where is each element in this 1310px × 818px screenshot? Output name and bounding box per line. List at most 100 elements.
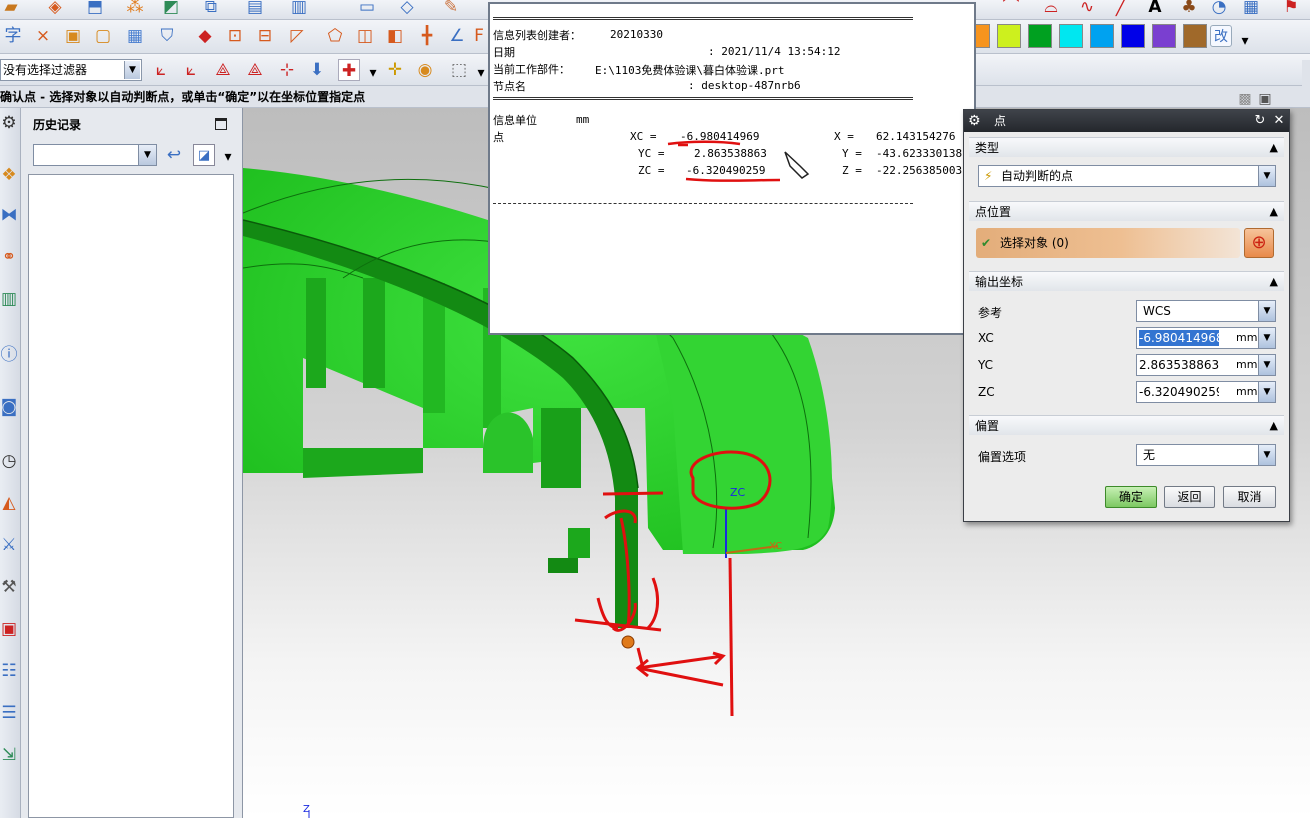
pattern-icon[interactable]: ◩	[160, 0, 182, 18]
machine-navigator-icon[interactable]: ☷	[0, 660, 20, 682]
reuse-library-icon[interactable]: ▥	[0, 288, 20, 310]
snap-end-icon[interactable]: ⟀	[180, 59, 202, 81]
shell-icon[interactable]: ◫	[354, 25, 376, 47]
color-swatch[interactable]	[997, 24, 1021, 48]
solid-icon[interactable]: ◆	[194, 25, 216, 47]
box-icon[interactable]: ▣	[62, 25, 84, 47]
block-icon[interactable]: ▢	[92, 25, 114, 47]
color-swatch[interactable]	[1090, 24, 1114, 48]
label-F[interactable]: F	[468, 25, 490, 47]
back-arrow-icon[interactable]: ↩	[163, 144, 185, 166]
window-icon[interactable]: ▣	[1254, 88, 1276, 110]
reset-icon[interactable]: ↻	[1252, 113, 1268, 129]
back-button[interactable]: 返回	[1164, 486, 1215, 508]
collapse-icon[interactable]: ▲	[1270, 272, 1278, 292]
grid-color-icon[interactable]: ▦	[124, 25, 146, 47]
select-object-row[interactable]: ✔ 选择对象 (0)	[976, 228, 1240, 258]
rectangle-select-icon[interactable]: ⬚	[448, 59, 470, 81]
chevron-down-icon[interactable]: ▼	[1258, 382, 1275, 402]
yc-input[interactable]: 2.863538863	[1139, 357, 1219, 373]
xc-input[interactable]: -6.980414968	[1139, 330, 1219, 346]
ok-button[interactable]: 确定	[1105, 486, 1157, 508]
chevron-down-icon[interactable]: ▼	[1258, 166, 1275, 186]
gear-icon[interactable]: ⚙	[968, 110, 981, 132]
chevron-down-icon[interactable]: ▼	[1258, 301, 1275, 321]
add-point-icon[interactable]: ✚	[338, 59, 360, 81]
layer-icon[interactable]: ▤	[244, 0, 266, 18]
history-icon[interactable]: ◷	[0, 450, 20, 472]
chevron-down-icon[interactable]: ▼	[124, 61, 140, 79]
color-swatch[interactable]	[1121, 24, 1145, 48]
section-point-location[interactable]: 点位置 ▲	[969, 201, 1284, 221]
dropdown-arrow-icon[interactable]: ▾	[217, 146, 239, 168]
offset-option-select[interactable]: 无 ▼	[1136, 444, 1276, 466]
close-icon[interactable]: ✕	[1271, 113, 1287, 129]
broom-icon[interactable]: ⛉	[156, 25, 178, 47]
picture-icon[interactable]: ◪	[193, 144, 215, 166]
point-type-select[interactable]: ⚡ 自动判断的点 ▼	[978, 165, 1276, 187]
angle-icon[interactable]: ∠	[446, 25, 468, 47]
text-icon[interactable]: A	[1144, 0, 1166, 18]
information-window[interactable]: 信息列表创建者： 20210330 日期 : 2021/11/4 13:54:1…	[488, 2, 976, 335]
dropdown-arrow-icon[interactable]: ▾	[1234, 30, 1256, 52]
edit-button[interactable]: 改	[1210, 25, 1232, 47]
snap-control-icon[interactable]: ⟁	[244, 59, 266, 81]
spline-icon[interactable]: ∿	[1076, 0, 1098, 18]
collapse-icon[interactable]: ▲	[1270, 416, 1278, 436]
selection-filter-select[interactable]: 没有选择过滤器 ▼	[0, 59, 142, 81]
snap-mid-icon[interactable]: ⟁	[212, 59, 234, 81]
paint-icon[interactable]: ♣	[1178, 0, 1200, 18]
dropdown-arrow-icon[interactable]: ▾	[362, 62, 384, 84]
label-zi[interactable]: 字	[2, 25, 24, 47]
constraint-navigator-icon[interactable]: ⧓	[0, 204, 20, 226]
snap-point-icon[interactable]: ⟀	[150, 59, 172, 81]
chevron-down-icon[interactable]: ▼	[1258, 355, 1275, 375]
curve-icon[interactable]: ⌒	[1000, 0, 1022, 18]
chevron-down-icon[interactable]: ▼	[1258, 445, 1275, 465]
cylinder-icon[interactable]: ⊟	[254, 25, 276, 47]
assembly-navigator-icon[interactable]: ❖	[0, 164, 20, 186]
info-icon[interactable]: ⓘ	[0, 344, 20, 366]
palette-icon[interactable]: ◉	[414, 59, 436, 81]
cube-icon[interactable]: ◈	[44, 0, 66, 18]
network-icon[interactable]: ⁂	[124, 0, 146, 18]
list-icon[interactable]: ☰	[0, 702, 20, 724]
yc-field[interactable]: 2.863538863 mm ▼	[1136, 354, 1276, 376]
chevron-down-icon[interactable]: ▼	[138, 145, 156, 165]
sheet-icon[interactable]: ▥	[288, 0, 310, 18]
maximize-icon[interactable]	[215, 118, 227, 130]
extrude-icon[interactable]: ⬠	[324, 25, 346, 47]
inventory-icon[interactable]: ▦	[1240, 0, 1262, 18]
roles-icon[interactable]: ◭	[0, 492, 20, 514]
chevron-down-icon[interactable]: ▼	[1258, 328, 1275, 348]
status-icon[interactable]: ▩	[1234, 88, 1256, 110]
arc-icon[interactable]: ⌓	[1040, 0, 1062, 18]
brush-icon[interactable]: ✎	[440, 0, 462, 18]
zc-field[interactable]: -6.320490259 mm ▼	[1136, 381, 1276, 403]
save-view-icon[interactable]: ⬇	[306, 59, 328, 81]
chamfer-icon[interactable]: ◸	[286, 25, 308, 47]
bookmark-icon[interactable]: ⚑	[1280, 0, 1302, 18]
section-output-coordinates[interactable]: 输出坐标 ▲	[969, 271, 1284, 291]
reference-select[interactable]: WCS ▼	[1136, 300, 1276, 322]
feature-icon[interactable]: ▰	[0, 0, 22, 18]
history-list[interactable]	[28, 174, 234, 818]
xc-field[interactable]: -6.980414968 mm ▼	[1136, 327, 1276, 349]
assembly-icon[interactable]: ⬒	[84, 0, 106, 18]
cross-icon[interactable]: ╋	[416, 25, 438, 47]
copy-icon[interactable]: ⧉	[200, 0, 222, 18]
trim-icon[interactable]: ⨯	[32, 25, 54, 47]
line-icon[interactable]: ╱	[1110, 0, 1132, 18]
collapse-icon[interactable]: ▲	[1270, 138, 1278, 158]
window-icon[interactable]: ▭	[356, 0, 378, 18]
manufacturing-wizards-icon[interactable]: ▣	[0, 618, 20, 640]
section-type[interactable]: 类型 ▲	[969, 137, 1284, 157]
system-materials-icon[interactable]: ⚔	[0, 534, 20, 556]
export-icon[interactable]: ⇲	[0, 744, 20, 766]
section-offset[interactable]: 偏置 ▲	[969, 415, 1284, 435]
plane-icon[interactable]: ◇	[396, 0, 418, 18]
history-filter-select[interactable]: ▼	[33, 144, 157, 166]
snap-origin-icon[interactable]: ⊹	[276, 59, 298, 81]
frame-icon[interactable]: ⊡	[224, 25, 246, 47]
gear-icon[interactable]: ⚙	[0, 112, 20, 134]
